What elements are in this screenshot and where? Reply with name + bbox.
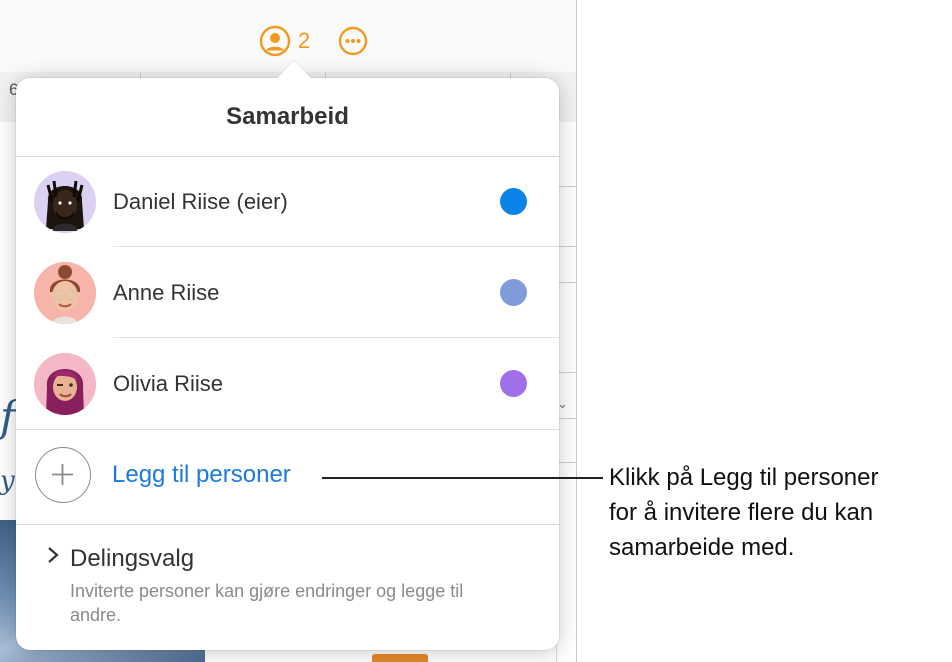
participant-name: Daniel Riise (eier): [113, 188, 288, 214]
divider: [556, 462, 576, 463]
decorative-letter: y: [0, 466, 15, 496]
divider: [556, 372, 576, 373]
memoji-avatar: [34, 170, 96, 233]
person-circle-icon: [259, 25, 291, 57]
participant-name: Anne Riise: [113, 279, 220, 305]
divider: [556, 186, 576, 187]
sharing-options-row[interactable]: Delingsvalg Inviterte personer kan gjøre…: [16, 525, 559, 650]
participant-color-dot: [500, 279, 527, 306]
decorative-letter: f: [0, 392, 16, 441]
callout-line-text: for å invitere flere du kan: [609, 499, 874, 526]
memoji-avatar: [34, 261, 96, 324]
callout-line: [322, 477, 603, 479]
divider: [556, 282, 576, 283]
plus-circle-icon: [35, 447, 91, 503]
collaboration-button[interactable]: 2: [259, 24, 310, 58]
collaborators-count: 2: [298, 28, 311, 53]
divider: [556, 418, 576, 419]
participant-color-dot: [500, 370, 527, 397]
callout-line-text: samarbeide med.: [609, 534, 795, 561]
popover-title: Samarbeid: [16, 78, 559, 157]
participant-row[interactable]: Anne Riise: [16, 247, 559, 338]
add-people-label: Legg til personer: [112, 461, 291, 488]
memoji-avatar: [34, 352, 96, 415]
divider: [556, 246, 576, 247]
participant-color-dot: [500, 188, 527, 215]
participant-name: Olivia Riise: [113, 370, 224, 396]
sharing-options-description: Inviterte personer kan gjøre endringer o…: [70, 581, 464, 625]
orange-shape: [372, 654, 428, 662]
participant-row[interactable]: Olivia Riise: [16, 338, 559, 429]
callout-line-text: Klikk på Legg til personer: [609, 464, 879, 491]
participant-row[interactable]: Daniel Riise (eier): [16, 156, 559, 247]
ellipsis-circle-icon[interactable]: [337, 25, 369, 57]
collaboration-popover: Samarbeid Daniel Riise (eier) Anne Riise…: [16, 61, 559, 650]
chevron-right-icon: [46, 544, 60, 572]
sharing-options-title: Delingsvalg: [70, 545, 195, 572]
callout-text: Klikk på Legg til personer for å inviter…: [609, 460, 949, 565]
